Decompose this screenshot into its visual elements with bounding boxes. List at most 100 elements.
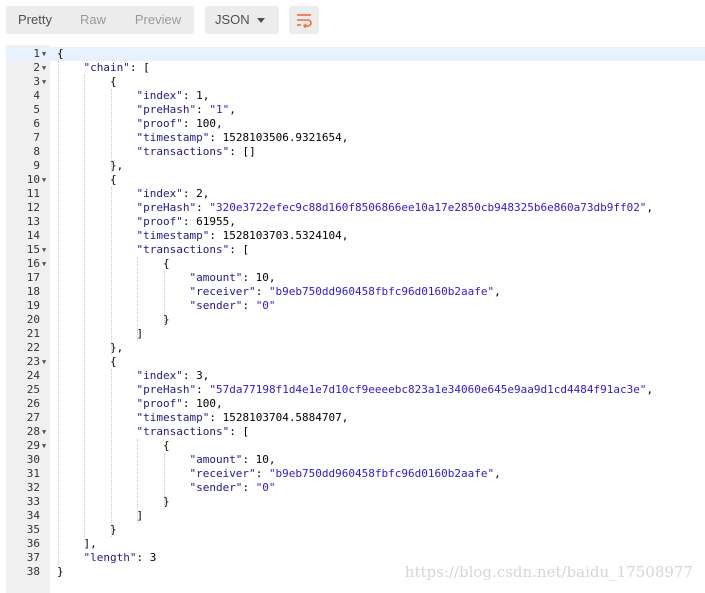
code-text: ]	[57, 327, 144, 340]
fold-toggle-icon[interactable]: ▼	[42, 61, 46, 75]
line-number: 5	[33, 103, 40, 116]
line-number: 16	[26, 257, 40, 270]
code-text: {	[57, 257, 170, 270]
indent-guide	[137, 439, 139, 523]
indent-guide	[163, 453, 165, 509]
code-text: {	[57, 173, 117, 186]
chevron-down-icon	[257, 18, 265, 23]
line-number: 35	[26, 523, 40, 536]
fold-toggle-icon[interactable]: ▼	[42, 257, 46, 271]
line-number: 32	[26, 481, 40, 494]
line-number: 14	[26, 229, 40, 242]
line-number: 26	[26, 397, 40, 410]
code-text: },	[57, 341, 124, 354]
line-number: 17	[26, 271, 40, 284]
fold-toggle-icon[interactable]: ▼	[42, 355, 46, 369]
indent-guide	[58, 61, 59, 565]
format-dropdown[interactable]: JSON	[205, 6, 279, 34]
code-text: "timestamp": 1528103703.5324104,	[136, 229, 349, 242]
code-text: "preHash": "57da77198f1d4e1e7d10cf9eeeeb…	[136, 383, 654, 396]
code-text: "index": 3,	[136, 369, 210, 382]
code-line: 2 ▼ "chain": [	[6, 61, 705, 75]
line-number: 28	[26, 425, 40, 438]
code-text: },	[57, 159, 124, 172]
line-number: 7	[33, 131, 40, 144]
json-response-editor[interactable]: 1 ▼{2 ▼ "chain": [3 ▼ {4 "index": 1, 5 "preH…	[6, 45, 705, 593]
line-number: 21	[26, 327, 40, 340]
line-number: 9	[33, 159, 40, 172]
fold-toggle-icon[interactable]: ▼	[42, 439, 46, 453]
code-text: {	[57, 75, 117, 88]
line-number: 15	[26, 243, 40, 256]
line-number: 1	[33, 47, 40, 60]
line-number: 2	[33, 61, 40, 74]
line-number: 18	[26, 285, 40, 298]
line-number: 22	[26, 341, 40, 354]
code-text: "sender": "0"	[189, 299, 276, 312]
code-text: "receiver": "b9eb750dd960458fbfc96d0160b…	[189, 285, 501, 298]
fold-toggle-icon[interactable]: ▼	[42, 243, 46, 257]
line-number: 8	[33, 145, 40, 158]
code-text: ],	[57, 537, 97, 550]
line-number: 34	[26, 509, 40, 522]
code-text: "sender": "0"	[189, 481, 276, 494]
code-text: "timestamp": 1528103704.5884707,	[136, 411, 349, 424]
line-number: 12	[26, 201, 40, 214]
code-text: }	[57, 523, 117, 536]
preview-tab[interactable]: Preview	[122, 6, 194, 34]
code-text: "transactions": [	[136, 243, 250, 256]
fold-toggle-icon[interactable]: ▼	[42, 173, 46, 187]
code-text: "preHash": "320e3722efec9c88d160f8506866…	[136, 201, 654, 214]
code-text: {	[57, 355, 117, 368]
fold-toggle-icon[interactable]: ▼	[42, 75, 46, 89]
code-line: 1 ▼ {	[6, 47, 705, 61]
view-mode-switcher: Pretty Raw Preview	[6, 6, 194, 34]
line-number: 38	[26, 565, 40, 578]
line-number: 6	[33, 117, 40, 130]
line-number: 37	[26, 551, 40, 564]
code-text: "index": 2,	[136, 187, 210, 200]
indent-guide	[110, 89, 112, 173]
fold-toggle-icon[interactable]: ▼	[42, 425, 46, 439]
line-number: 33	[26, 495, 40, 508]
code-line: 10 ▼ {	[6, 173, 705, 187]
line-number: 29	[26, 439, 40, 452]
code-text: "receiver": "b9eb750dd960458fbfc96d0160b…	[189, 467, 501, 480]
indent-guide	[110, 369, 112, 537]
code-text: "transactions": []	[136, 145, 256, 158]
line-number: 3	[33, 75, 40, 88]
raw-tab[interactable]: Raw	[64, 6, 122, 34]
code-text: "transactions": [	[136, 425, 250, 438]
line-number: 30	[26, 453, 40, 466]
code-text: "proof": 100,	[136, 397, 223, 410]
line-number: 20	[26, 313, 40, 326]
code-text: "index": 1,	[136, 89, 210, 102]
line-number: 23	[26, 355, 40, 368]
pretty-tab[interactable]: Pretty	[6, 6, 64, 34]
line-number: 10	[26, 173, 40, 186]
line-number: 25	[26, 383, 40, 396]
indent-guide	[137, 257, 139, 341]
code-text: "chain": [	[83, 61, 150, 74]
watermark: https://blog.csdn.net/baidu_17508977	[404, 563, 693, 581]
indent-guide	[84, 75, 86, 537]
code-text: }	[57, 495, 170, 508]
code-text: }	[57, 565, 64, 578]
code-text: {	[57, 47, 64, 60]
line-number: 24	[26, 369, 40, 382]
line-number: 36	[26, 537, 40, 550]
code-text: "amount": 10,	[189, 453, 276, 466]
line-number: 11	[26, 187, 40, 200]
code-line: 36 ],	[6, 537, 705, 551]
indent-guide	[163, 271, 165, 327]
code-text: "proof": 100,	[136, 117, 223, 130]
format-label: JSON	[215, 12, 250, 27]
wrap-lines-icon	[297, 14, 312, 28]
fold-toggle-icon[interactable]: ▼	[42, 47, 46, 61]
code-text: {	[57, 439, 170, 452]
wrap-lines-button[interactable]	[289, 6, 319, 34]
indent-guide	[110, 187, 112, 355]
line-number: 27	[26, 411, 40, 424]
code-text: }	[57, 313, 170, 326]
line-number: 13	[26, 215, 40, 228]
